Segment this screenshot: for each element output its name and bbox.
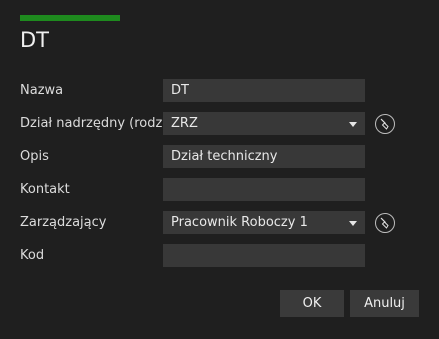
chevron-down-icon	[349, 221, 357, 226]
manager-select[interactable]: Pracownik Roboczy 1	[163, 211, 365, 234]
contact-label: Kontakt	[20, 182, 70, 197]
name-input[interactable]: DT	[163, 79, 365, 102]
description-input[interactable]: Dział techniczny	[163, 145, 365, 168]
contact-input[interactable]	[163, 178, 365, 201]
description-label: Opis	[20, 149, 49, 164]
ok-button[interactable]: OK	[280, 290, 344, 317]
accent-bar	[20, 15, 120, 21]
cancel-button[interactable]: Anuluj	[350, 290, 419, 317]
parent-select-value: ZRZ	[171, 116, 198, 131]
parent-clear-button[interactable]	[375, 114, 395, 134]
manager-clear-button[interactable]	[375, 213, 395, 233]
code-input[interactable]	[163, 244, 365, 267]
chevron-down-icon	[349, 122, 357, 127]
name-label: Nazwa	[20, 83, 64, 98]
broom-clear-icon	[380, 217, 389, 229]
manager-label: Zarządzający	[20, 215, 107, 230]
code-label: Kod	[20, 248, 45, 263]
parent-label: Dział nadrzędny (rodzic)	[20, 116, 179, 131]
broom-clear-icon	[380, 118, 389, 130]
dialog-title: DT	[20, 28, 49, 52]
parent-select[interactable]: ZRZ	[163, 112, 365, 135]
manager-select-value: Pracownik Roboczy 1	[171, 215, 308, 230]
